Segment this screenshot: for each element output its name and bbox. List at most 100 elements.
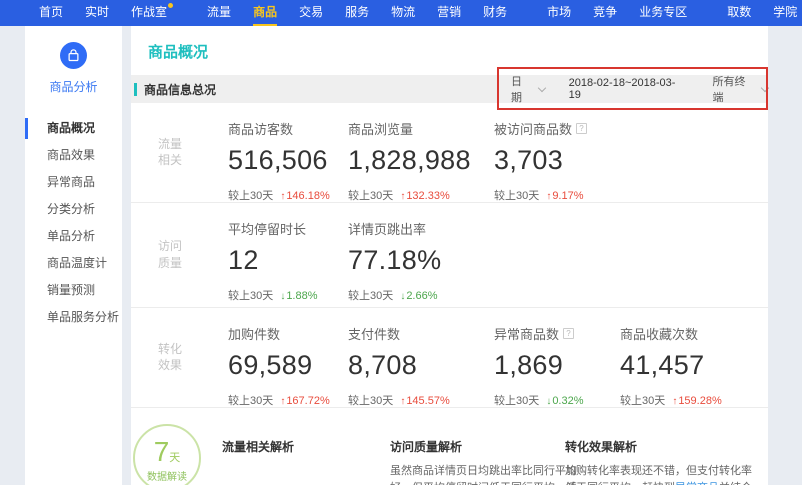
sidebar-menu: 商品概况 商品效果 异常商品 分类分析 单品分析 商品温度计 销量预测 单品服务… xyxy=(25,115,122,331)
chevron-down-icon xyxy=(761,83,769,91)
sidebar-item-category-analysis[interactable]: 分类分析 xyxy=(25,196,122,223)
metric-value: 69,589 xyxy=(228,350,330,381)
badge-days-number: 7 xyxy=(154,436,170,467)
metric-delta: 较上30天 ↑167.72% xyxy=(228,392,330,408)
trend-arrow-icon: ↑ xyxy=(280,396,285,407)
sidebar-item-abnormal-products[interactable]: 异常商品 xyxy=(25,169,122,196)
insight-body: 虽然商品详情页日均跳出率比同行平均好，但平均停留时间低于同行平均，请关注页面搭配… xyxy=(390,463,580,485)
shopping-bag-icon xyxy=(60,42,87,69)
sidebar-item-single-product-analysis[interactable]: 单品分析 xyxy=(25,223,122,250)
metric-delta: 较上30天 ↑159.28% xyxy=(620,392,722,408)
metric-group-traffic: 流量相关 商品访客数 516,506 较上30天 ↑146.18% 商品浏览量 … xyxy=(131,103,768,203)
metric-card: 平均停留时长 12 较上30天 ↓1.88% xyxy=(228,219,318,303)
metric-card: 支付件数 8,708 较上30天 ↑145.57% xyxy=(348,324,450,408)
badge-days-unit: 天 xyxy=(169,452,180,464)
sidebar: 商品分析 商品概况 商品效果 异常商品 分类分析 单品分析 商品温度计 销量预测… xyxy=(25,26,122,485)
metric-label: 加购件数 xyxy=(228,324,280,343)
page-title: 商品概况 xyxy=(131,26,768,75)
nav-item-business-zone[interactable]: 业务专区 xyxy=(639,0,687,26)
sidebar-item-product-overview[interactable]: 商品概况 xyxy=(25,115,122,142)
sidebar-header: 商品分析 xyxy=(25,26,122,95)
insight-column-conversion: 转化效果解析 加购转化率表现还不错，但支付转化率低于同行平均，赶快到异常商品并结… xyxy=(565,438,755,485)
metric-card: 商品收藏次数 41,457 较上30天 ↑159.28% xyxy=(620,324,722,408)
nav-item-traffic[interactable]: 流量 xyxy=(207,0,231,26)
metric-label: 平均停留时长 xyxy=(228,219,306,238)
metric-group-label: 流量相关 xyxy=(158,136,182,170)
nav-item-war-room[interactable]: 作战室 xyxy=(131,0,167,26)
data-interpretation-badge: 7天 数据解读 xyxy=(133,424,201,485)
trend-arrow-icon: ↑ xyxy=(672,396,677,407)
metric-label: 支付件数 xyxy=(348,324,400,343)
metric-delta: 较上30天 ↓2.66% xyxy=(348,287,441,303)
badge-caption: 数据解读 xyxy=(135,468,199,483)
metric-label: 详情页跳出率 xyxy=(348,219,426,238)
top-navigation: 首页 实时 作战室 流量 商品 交易 服务 物流 营销 财务 市场 竞争 业务专… xyxy=(0,0,802,26)
nav-item-finance[interactable]: 财务 xyxy=(483,0,507,26)
trend-arrow-icon: ↓ xyxy=(400,291,405,302)
insights-section: 7天 数据解读 流量相关解析 访问质量解析 虽然商品详情页日均跳出率比同行平均好… xyxy=(131,408,768,485)
insight-title: 访问质量解析 xyxy=(390,438,580,455)
nav-item-home[interactable]: 首页 xyxy=(39,0,63,26)
metric-delta: 较上30天 ↓0.32% xyxy=(494,392,584,408)
metric-card: 异常商品数? 1,869 较上30天 ↓0.32% xyxy=(494,324,584,408)
sidebar-item-product-effect[interactable]: 商品效果 xyxy=(25,142,122,169)
terminal-filter-dropdown[interactable]: 所有终端 xyxy=(713,73,768,105)
help-icon[interactable]: ? xyxy=(563,328,574,339)
metric-label: 异常商品数 xyxy=(494,324,559,343)
insight-column-visit-quality: 访问质量解析 虽然商品详情页日均跳出率比同行平均好，但平均停留时间低于同行平均，… xyxy=(390,438,580,485)
metric-card: 商品访客数 516,506 较上30天 ↑146.18% xyxy=(228,119,330,203)
metric-delta: 较上30天 ↑145.57% xyxy=(348,392,450,408)
metric-value: 1,869 xyxy=(494,350,584,381)
sidebar-item-single-product-service[interactable]: 单品服务分析 xyxy=(25,304,122,331)
metric-card: 被访问商品数? 3,703 较上30天 ↑9.17% xyxy=(494,119,587,203)
section-header-bar: 商品信息总况 日期 2018-02-18~2018-03-19 所有终端 xyxy=(131,75,768,103)
help-icon[interactable]: ? xyxy=(576,123,587,134)
metric-group-visit-quality: 访问质量 平均停留时长 12 较上30天 ↓1.88% 详情页跳出率 77.18… xyxy=(131,203,768,308)
sidebar-item-product-thermometer[interactable]: 商品温度计 xyxy=(25,250,122,277)
metric-delta: 较上30天 ↓1.88% xyxy=(228,287,318,303)
metric-label: 商品收藏次数 xyxy=(620,324,698,343)
sidebar-item-sales-forecast[interactable]: 销量预测 xyxy=(25,277,122,304)
metric-delta: 较上30天 ↑132.33% xyxy=(348,187,471,203)
nav-item-service[interactable]: 服务 xyxy=(345,0,369,26)
nav-item-product[interactable]: 商品 xyxy=(253,0,277,26)
nav-item-marketing[interactable]: 营销 xyxy=(437,0,461,26)
nav-item-logistics[interactable]: 物流 xyxy=(391,0,415,26)
section-title: 商品信息总况 xyxy=(144,81,216,98)
trend-arrow-icon: ↑ xyxy=(400,396,405,407)
nav-item-realtime[interactable]: 实时 xyxy=(85,0,109,26)
nav-item-trade[interactable]: 交易 xyxy=(299,0,323,26)
metric-label: 商品访客数 xyxy=(228,119,293,138)
nav-item-market[interactable]: 市场 xyxy=(547,0,571,26)
metric-value: 8,708 xyxy=(348,350,450,381)
section-accent-bar xyxy=(134,83,137,96)
metric-value: 1,828,988 xyxy=(348,145,471,176)
trend-arrow-icon: ↓ xyxy=(546,396,551,407)
trend-arrow-icon: ↑ xyxy=(280,191,285,202)
insight-title: 转化效果解析 xyxy=(565,438,755,455)
date-range-value[interactable]: 2018-02-18~2018-03-19 xyxy=(569,77,687,101)
metric-card: 详情页跳出率 77.18% 较上30天 ↓2.66% xyxy=(348,219,441,303)
metric-card: 商品浏览量 1,828,988 较上30天 ↑132.33% xyxy=(348,119,471,203)
nav-item-competition[interactable]: 竞争 xyxy=(593,0,617,26)
trend-arrow-icon: ↑ xyxy=(546,191,551,202)
metric-delta: 较上30天 ↑9.17% xyxy=(494,187,587,203)
trend-arrow-icon: ↑ xyxy=(400,191,405,202)
metric-value: 41,457 xyxy=(620,350,722,381)
date-filter-label: 日期 xyxy=(511,73,533,105)
sidebar-panel-title: 商品分析 xyxy=(25,78,122,95)
nav-item-data-fetch[interactable]: 取数 xyxy=(727,0,751,26)
nav-item-academy[interactable]: 学院 xyxy=(773,0,797,26)
insight-title: 流量相关解析 xyxy=(222,438,412,455)
metric-card: 加购件数 69,589 较上30天 ↑167.72% xyxy=(228,324,330,408)
insight-body: 加购转化率表现还不错，但支付转化率低于同行平均，赶快到异常商品并结合使用商品温度… xyxy=(565,463,755,485)
metric-value: 77.18% xyxy=(348,245,441,276)
filter-toolbar: 日期 2018-02-18~2018-03-19 所有终端 xyxy=(511,75,768,103)
notification-dot-icon xyxy=(168,3,173,8)
metric-group-label: 访问质量 xyxy=(158,238,182,272)
metric-group-label: 转化效果 xyxy=(158,341,182,375)
metric-delta: 较上30天 ↑146.18% xyxy=(228,187,330,203)
metric-label: 商品浏览量 xyxy=(348,119,413,138)
terminal-filter-value: 所有终端 xyxy=(713,73,757,105)
date-filter-dropdown[interactable]: 日期 xyxy=(511,73,545,105)
